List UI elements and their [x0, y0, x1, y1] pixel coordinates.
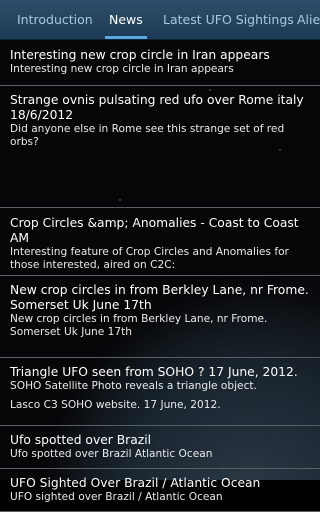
- news-item[interactable]: Ufo spotted over Brazil Ufo spotted over…: [0, 426, 320, 469]
- news-item-title: Ufo spotted over Brazil: [10, 433, 152, 447]
- news-item-title: Triangle UFO seen from SOHO ? 17 June, 2…: [10, 365, 298, 379]
- tab-bar: Introduction News Latest UFO Sightings A…: [0, 0, 320, 40]
- news-item[interactable]: Interesting new crop circle in Iran appe…: [0, 40, 320, 86]
- news-item-title: Interesting new crop circle in Iran appe…: [10, 48, 270, 62]
- news-item-description: New crop circles in from Berkley Lane, n…: [10, 313, 268, 338]
- news-item[interactable]: New crop circles in from Berkley Lane, n…: [0, 276, 320, 358]
- news-item-description: Interesting new crop circle in Iran appe…: [10, 63, 234, 75]
- news-item-description: Interesting feature of Crop Circles and …: [10, 246, 289, 271]
- news-item-description: Ufo spotted over Brazil Atlantic Ocean: [10, 448, 213, 460]
- news-item-title: New crop circles in from Berkley Lane, n…: [10, 283, 309, 312]
- news-item-description: UFO sighted over Brazil / Atlantic Ocean: [10, 491, 223, 503]
- tab-introduction[interactable]: Introduction: [17, 0, 93, 39]
- news-item-description: SOHO Satellite Photo reveals a triangle …: [10, 380, 257, 392]
- news-item[interactable]: Crop Circles &amp; Anomalies - Coast to …: [0, 208, 320, 276]
- tab-news[interactable]: News: [105, 0, 147, 39]
- news-item[interactable]: UFO Sighted Over Brazil / Atlantic Ocean…: [0, 469, 320, 512]
- news-item-title: UFO Sighted Over Brazil / Atlantic Ocean: [10, 476, 261, 490]
- news-item[interactable]: Strange ovnis pulsating red ufo over Rom…: [0, 86, 320, 208]
- tab-latest-ufo-sightings[interactable]: Latest UFO Sightings: [163, 0, 294, 39]
- news-item-description: Did anyone else in Rome see this strange…: [10, 123, 285, 148]
- tab-aliens[interactable]: Alie: [297, 0, 320, 39]
- news-item[interactable]: Triangle UFO seen from SOHO ? 17 June, 2…: [0, 358, 320, 426]
- news-item-title: Strange ovnis pulsating red ufo over Rom…: [10, 93, 304, 122]
- news-item-note: Lasco C3 SOHO website. 17 June, 2012.: [10, 398, 221, 411]
- news-item-title: Crop Circles &amp; Anomalies - Coast to …: [10, 216, 299, 245]
